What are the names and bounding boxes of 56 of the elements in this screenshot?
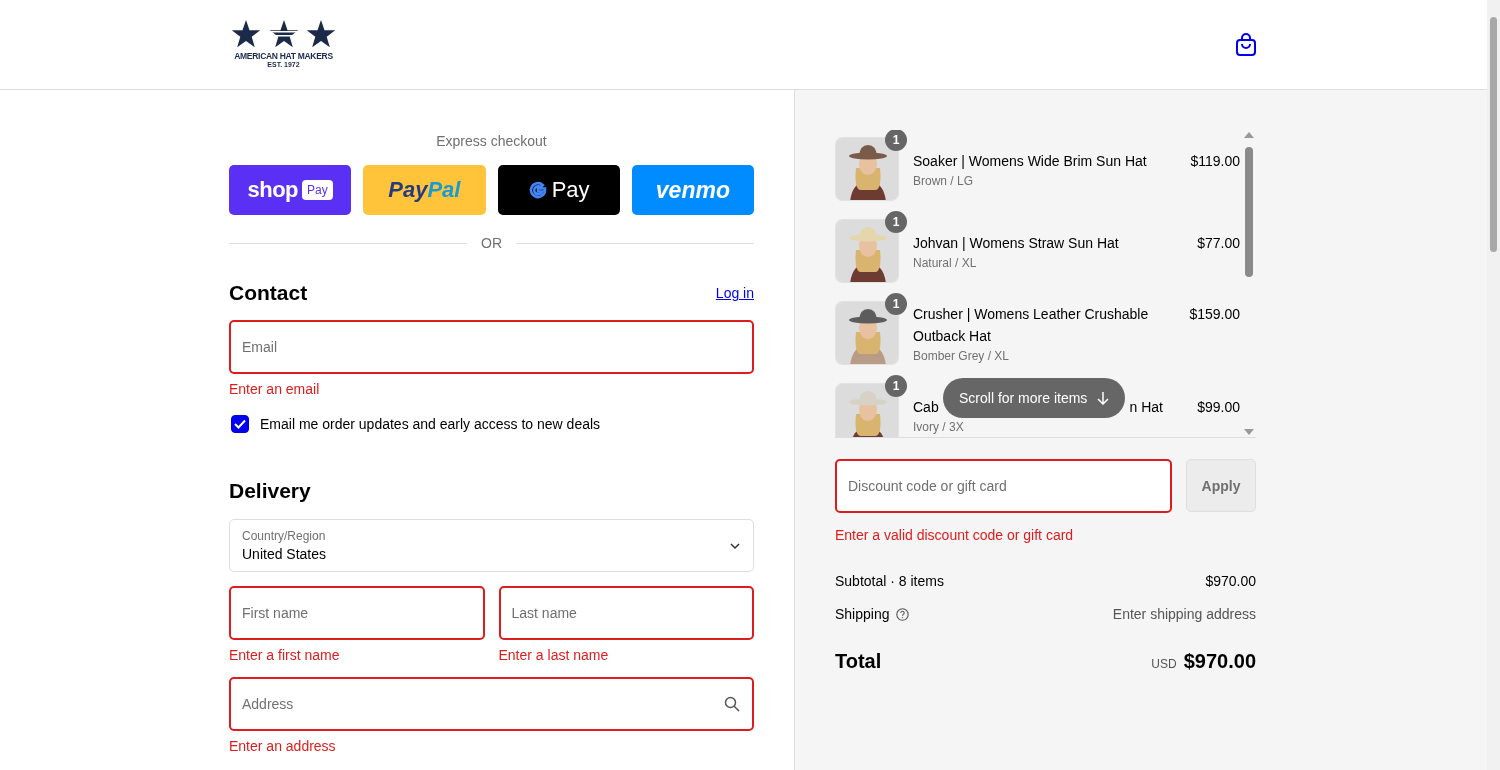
subtotal-value: $970.00	[1205, 573, 1256, 589]
product-variant: Brown / LG	[913, 174, 975, 188]
product-variant: Bomber Grey / XL	[913, 349, 1011, 363]
error-message: Enter an address	[229, 738, 337, 754]
paypal-button[interactable]: PayPal	[363, 165, 486, 215]
logo-text: AMERICAN HAT MAKERS	[234, 50, 333, 61]
total-label: Total	[835, 650, 882, 673]
error-message: Enter an email	[229, 381, 321, 397]
shop-pay-button[interactable]: shop Pay	[229, 165, 352, 215]
scroll-up-icon[interactable]	[1244, 132, 1254, 138]
error-message: Enter a valid discount code or gift card	[835, 527, 1075, 543]
product-title: n Hat	[1129, 398, 1163, 417]
product-title: Crusher | Womens Leather Crushable Outback Hat	[913, 305, 1150, 346]
subtotal-label: Subtotal · 8 items	[835, 573, 944, 589]
product-title: Johvan | Womens Straw Sun Hat	[913, 234, 1119, 253]
currency-code: USD	[1151, 657, 1177, 671]
log-in-link[interactable]: Log in	[715, 285, 754, 301]
quantity-badge: 1	[885, 130, 907, 151]
arrow-down-icon	[1097, 391, 1110, 405]
last-name-field[interactable]: Last name	[498, 586, 754, 640]
quantity-badge: 1	[885, 375, 907, 397]
product-title: Cab	[913, 398, 939, 417]
delivery-heading: Delivery	[229, 479, 311, 503]
product-price: $119.00	[1190, 152, 1241, 171]
first-name-field[interactable]: First name	[229, 586, 485, 640]
product-variant: Ivory / 3X	[913, 420, 965, 434]
page-scrollbar[interactable]	[1487, 0, 1500, 770]
error-message: Enter a first name	[229, 647, 341, 663]
error-message: Enter a last name	[498, 647, 610, 663]
quantity-badge: 1	[885, 293, 907, 315]
shopping-bag-icon[interactable]	[1234, 32, 1257, 57]
country-select[interactable]: Country/Region United States	[229, 519, 754, 572]
product-price: $159.00	[1189, 305, 1241, 324]
shipping-value: Enter shipping address	[1112, 606, 1256, 622]
product-title: Soaker | Womens Wide Brim Sun Hat	[913, 152, 1147, 171]
scroll-for-more-button[interactable]: Scroll for more items	[943, 378, 1126, 418]
product-price: $99.00	[1197, 398, 1241, 417]
contact-heading: Contact	[229, 281, 308, 305]
google-pay-button[interactable]: Pay	[497, 165, 620, 215]
product-variant: Natural / XL	[913, 256, 978, 270]
express-checkout-label: Express checkout	[435, 133, 548, 149]
shipping-label: Shipping	[835, 606, 890, 622]
product-price: $77.00	[1197, 234, 1241, 253]
g-icon	[527, 180, 548, 200]
search-icon[interactable]	[724, 696, 740, 712]
address-field[interactable]: Address	[229, 677, 754, 731]
scrollbar-thumb[interactable]	[1245, 147, 1253, 277]
newsletter-label: Email me order updates and early access to new deals	[260, 416, 601, 432]
email-field[interactable]: Email	[229, 320, 754, 374]
help-icon[interactable]	[895, 607, 909, 621]
total-value: $970.00	[1183, 650, 1256, 673]
scroll-down-icon[interactable]	[1244, 429, 1254, 435]
chevron-down-icon	[729, 541, 741, 550]
checkbox[interactable]	[231, 415, 249, 433]
quantity-badge: 1	[885, 211, 907, 233]
or-divider-text: OR	[481, 235, 502, 251]
